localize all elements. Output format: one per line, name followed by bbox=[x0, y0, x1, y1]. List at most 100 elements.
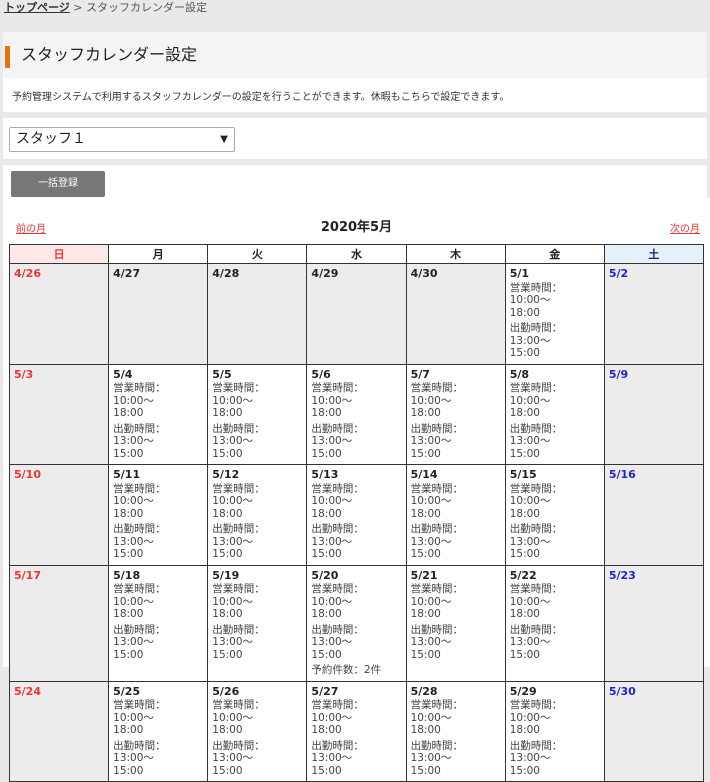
work-hours-label: 出勤時間：13:00〜 bbox=[311, 523, 364, 548]
work-hours-end: 15:00 bbox=[410, 648, 441, 661]
business-hours-end: 18:00 bbox=[113, 724, 144, 736]
bulk-register-button[interactable]: 一括登録 bbox=[11, 171, 105, 197]
work-hours-label: 出勤時間：13:00〜 bbox=[509, 422, 563, 448]
work-hours-label: 出勤時間：13:00〜 bbox=[212, 739, 265, 765]
calendar-day-cell[interactable]: 5/27 営業時間：10:00〜 18:00 出勤時間：13:00〜 15:00 bbox=[306, 680, 407, 782]
calendar-day-cell[interactable]: 5/29 営業時間：10:00〜 18:00 出勤時間：13:00〜 15:00 bbox=[504, 680, 605, 782]
day-number: 4/26 bbox=[14, 267, 41, 280]
business-hours-label: 営業時間：10:00〜 bbox=[509, 382, 563, 407]
reservation-count: 予約件数：2件 bbox=[311, 664, 382, 676]
calendar-day-cell[interactable]: 5/23 bbox=[603, 564, 705, 682]
calendar-day-cell[interactable]: 5/2 bbox=[603, 263, 705, 365]
staff-select-value: スタッフ１ bbox=[16, 131, 86, 147]
work-hours-label: 出勤時間：13:00〜 bbox=[113, 523, 166, 548]
calendar-day-cell[interactable]: 5/16 bbox=[603, 464, 705, 566]
calendar-day-cell[interactable]: 5/4 営業時間：10:00〜 18:00 出勤時間：13:00〜 15:00 bbox=[108, 363, 209, 465]
business-hours-end: 18:00 bbox=[509, 306, 540, 319]
calendar-day-cell[interactable]: 4/29 bbox=[306, 263, 407, 365]
business-hours-end: 18:00 bbox=[113, 608, 144, 620]
work-hours-end: 15:00 bbox=[311, 548, 342, 560]
calendar-day-cell[interactable]: 5/21 営業時間：10:00〜 18:00 出勤時間：13:00〜 15:00 bbox=[405, 564, 506, 682]
business-hours-end: 18:00 bbox=[410, 608, 441, 620]
title-accent-bar bbox=[5, 46, 10, 68]
work-hours-label: 出勤時間：13:00〜 bbox=[113, 623, 166, 649]
day-number: 4/30 bbox=[410, 267, 438, 280]
calendar-day-cell[interactable]: 4/28 bbox=[207, 263, 308, 365]
work-hours-end: 15:00 bbox=[509, 648, 540, 661]
calendar-day-cell[interactable]: 5/6 営業時間：10:00〜 18:00 出勤時間：13:00〜 15:00 bbox=[306, 363, 407, 465]
work-hours-end: 15:00 bbox=[212, 648, 243, 661]
calendar-day-cell[interactable]: 5/5 営業時間：10:00〜 18:00 出勤時間：13:00〜 15:00 bbox=[207, 363, 308, 465]
calendar-day-cell[interactable]: 5/30 bbox=[603, 680, 705, 782]
day-number: 5/23 bbox=[608, 568, 636, 582]
work-hours-end: 15:00 bbox=[509, 548, 540, 560]
work-hours-label: 出勤時間：13:00〜 bbox=[113, 422, 166, 448]
day-number: 4/27 bbox=[113, 267, 141, 280]
business-hours-label: 営業時間：10:00〜 bbox=[311, 382, 364, 407]
calendar-day-cell[interactable]: 5/22 営業時間：10:00〜 18:00 出勤時間：13:00〜 15:00 bbox=[504, 564, 605, 682]
work-hours-end: 15:00 bbox=[113, 447, 144, 460]
business-hours-end: 18:00 bbox=[410, 407, 441, 419]
work-hours-label: 出勤時間：13:00〜 bbox=[509, 623, 563, 649]
day-number: 5/17 bbox=[14, 568, 41, 582]
staff-select[interactable]: スタッフ１ ▼ bbox=[9, 127, 235, 152]
business-hours-label: 営業時間：10:00〜 bbox=[212, 583, 265, 608]
weekday-header: 火 bbox=[207, 244, 308, 264]
business-hours-end: 18:00 bbox=[311, 608, 342, 620]
weekday-header: 日 bbox=[8, 244, 110, 264]
work-hours-end: 15:00 bbox=[311, 648, 342, 661]
business-hours-label: 営業時間：10:00〜 bbox=[212, 699, 265, 724]
work-hours-label: 出勤時間：13:00〜 bbox=[113, 739, 166, 765]
calendar-day-cell[interactable]: 5/11 営業時間：10:00〜 18:00 出勤時間：13:00〜 15:00 bbox=[108, 464, 209, 566]
calendar-day-cell[interactable]: 5/12 営業時間：10:00〜 18:00 出勤時間：13:00〜 15:00 bbox=[207, 464, 308, 566]
day-number: 5/3 bbox=[14, 367, 34, 381]
work-hours-label: 出勤時間：13:00〜 bbox=[509, 739, 563, 765]
weekday-header: 水 bbox=[306, 244, 407, 264]
calendar-day-cell[interactable]: 5/17 bbox=[8, 564, 110, 682]
work-hours-end: 15:00 bbox=[410, 548, 441, 560]
work-hours-end: 15:00 bbox=[212, 764, 243, 777]
calendar-day-cell[interactable]: 5/1 営業時間：10:00〜 18:00 出勤時間：13:00〜 15:00 bbox=[504, 263, 605, 365]
calendar-day-cell[interactable]: 5/24 bbox=[8, 680, 110, 782]
month-title: 2020年5月 bbox=[320, 220, 393, 235]
calendar-day-cell[interactable]: 5/14 営業時間：10:00〜 18:00 出勤時間：13:00〜 15:00 bbox=[405, 464, 506, 566]
calendar-day-cell[interactable]: 4/26 bbox=[8, 263, 110, 365]
work-hours-label: 出勤時間：13:00〜 bbox=[410, 422, 464, 448]
calendar-day-cell[interactable]: 4/30 bbox=[405, 263, 506, 365]
business-hours-end: 18:00 bbox=[212, 724, 243, 736]
day-number: 5/27 bbox=[311, 684, 339, 698]
calendar-day-cell[interactable]: 5/3 bbox=[8, 363, 110, 465]
day-number: 5/4 bbox=[113, 367, 133, 381]
work-hours-end: 15:00 bbox=[509, 447, 540, 460]
day-number: 5/9 bbox=[608, 367, 629, 381]
day-number: 5/24 bbox=[14, 684, 41, 698]
calendar-day-cell[interactable]: 5/19 営業時間：10:00〜 18:00 出勤時間：13:00〜 15:00 bbox=[207, 564, 308, 682]
calendar-day-cell[interactable]: 5/20 営業時間：10:00〜 18:00 出勤時間：13:00〜 15:00 予約件数… bbox=[306, 564, 407, 682]
breadcrumb-current: スタッフカレンダー設定 bbox=[86, 1, 207, 14]
breadcrumb-home-link[interactable]: トップページ bbox=[4, 1, 70, 14]
calendar-day-cell[interactable]: 5/9 bbox=[603, 363, 705, 465]
calendar-day-cell[interactable]: 5/8 営業時間：10:00〜 18:00 出勤時間：13:00〜 15:00 bbox=[504, 363, 605, 465]
calendar-week-row: 5/17 5/18 営業時間：10:00〜 18:00 出勤時間：13:00〜 15:00… bbox=[8, 564, 705, 682]
calendar-day-cell[interactable]: 5/26 営業時間：10:00〜 18:00 出勤時間：13:00〜 15:00 bbox=[207, 680, 308, 782]
calendar-day-cell[interactable]: 5/13 営業時間：10:00〜 18:00 出勤時間：13:00〜 15:00 bbox=[306, 464, 407, 566]
business-hours-label: 営業時間：10:00〜 bbox=[212, 382, 265, 407]
work-hours-end: 15:00 bbox=[212, 548, 243, 560]
work-hours-end: 15:00 bbox=[410, 764, 441, 777]
business-hours-end: 18:00 bbox=[311, 407, 342, 419]
day-number: 5/22 bbox=[509, 568, 537, 582]
calendar-day-cell[interactable]: 5/18 営業時間：10:00〜 18:00 出勤時間：13:00〜 15:00 bbox=[108, 564, 209, 682]
day-number: 4/28 bbox=[212, 267, 240, 280]
calendar-day-cell[interactable]: 5/15 営業時間：10:00〜 18:00 出勤時間：13:00〜 15:00 bbox=[504, 464, 605, 566]
business-hours-end: 18:00 bbox=[311, 507, 342, 520]
page-description: 予約管理システムで利用するスタッフカレンダーの設定を行うことができます。休暇もこ… bbox=[12, 92, 510, 103]
day-number: 5/29 bbox=[509, 684, 537, 698]
calendar-day-cell[interactable]: 5/7 営業時間：10:00〜 18:00 出勤時間：13:00〜 15:00 bbox=[405, 363, 506, 465]
business-hours-label: 営業時間：10:00〜 bbox=[509, 482, 563, 508]
calendar-day-cell[interactable]: 5/10 bbox=[8, 464, 110, 566]
calendar-day-cell[interactable]: 4/27 bbox=[108, 263, 209, 365]
calendar-day-cell[interactable]: 5/28 営業時間：10:00〜 18:00 出勤時間：13:00〜 15:00 bbox=[405, 680, 506, 782]
calendar-day-cell[interactable]: 5/25 営業時間：10:00〜 18:00 出勤時間：13:00〜 15:00 bbox=[108, 680, 209, 782]
work-hours-end: 15:00 bbox=[113, 648, 144, 661]
next-month-link[interactable]: 次の月 bbox=[670, 220, 700, 235]
